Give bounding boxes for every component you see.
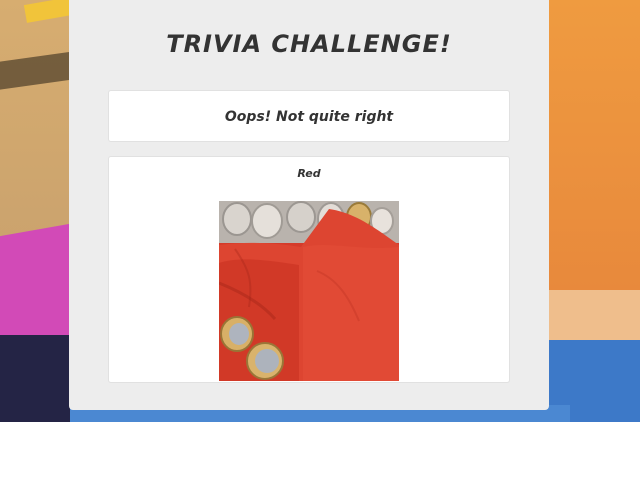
answer-box: Red (108, 156, 510, 383)
page-title: TRIVIA CHALLENGE! (166, 30, 452, 58)
trivia-card: TRIVIA CHALLENGE! Oops! Not quite right … (69, 0, 549, 410)
background-orange-piece (545, 0, 640, 290)
result-box: Oops! Not quite right (108, 90, 510, 142)
background-light-piece (545, 290, 640, 345)
red-powder-illustration (219, 201, 399, 381)
answer-label: Red (297, 167, 321, 180)
result-message: Oops! Not quite right (224, 109, 394, 125)
red-powder-image (219, 201, 399, 381)
